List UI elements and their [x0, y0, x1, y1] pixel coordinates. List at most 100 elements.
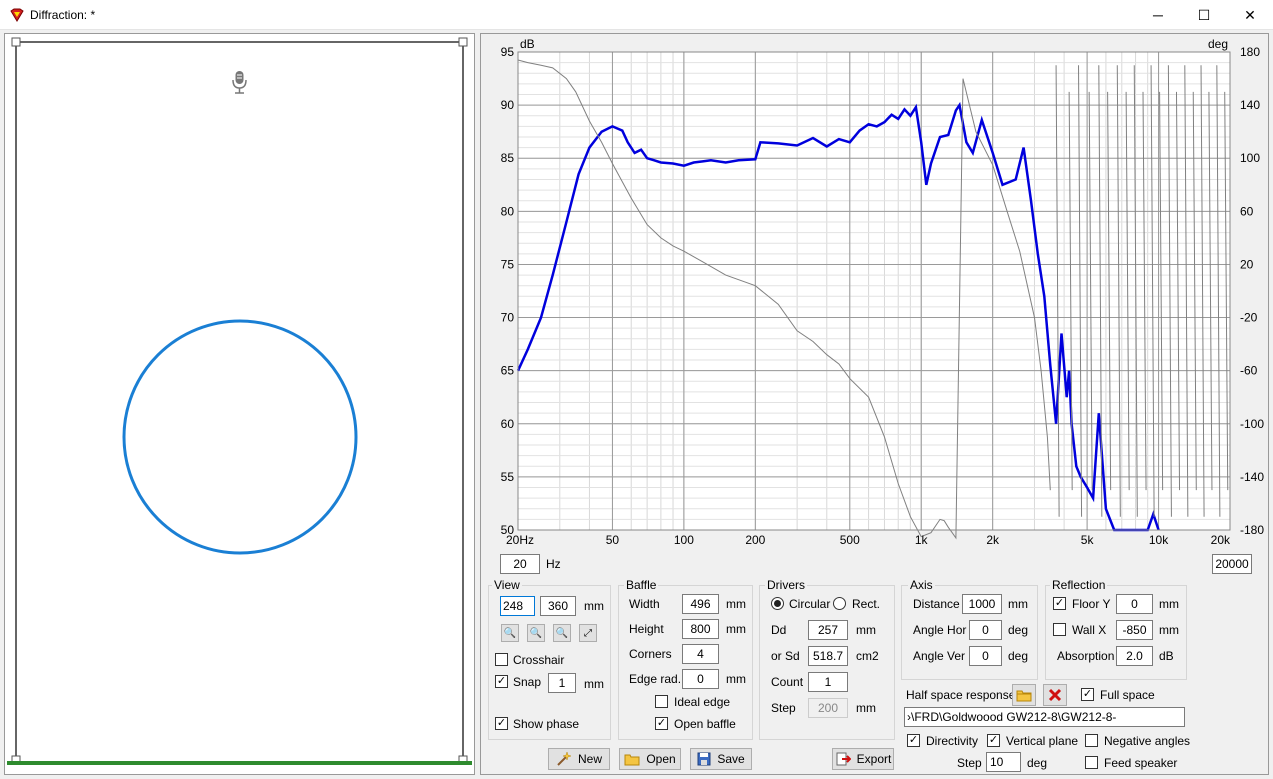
snap-checkbox[interactable]: ✓: [495, 675, 508, 688]
snap-unit: mm: [584, 677, 604, 691]
negative-angles-checkbox[interactable]: [1085, 734, 1098, 747]
dd-input[interactable]: 257: [808, 620, 848, 640]
directivity-label: Directivity: [926, 734, 979, 748]
wall-unit: mm: [1159, 623, 1179, 637]
baffle-width-label: Width: [629, 597, 660, 611]
view-width-input[interactable]: 248: [500, 596, 535, 616]
angle-hor-input[interactable]: 0: [969, 620, 1002, 640]
directivity-step-label: Step: [957, 756, 982, 770]
baffle-corners-label: Corners: [629, 647, 672, 661]
circular-radio[interactable]: [771, 597, 784, 610]
view-height-input[interactable]: 360: [540, 596, 576, 616]
ideal-edge-checkbox[interactable]: [655, 695, 668, 708]
sd-input[interactable]: 518.7: [808, 646, 848, 666]
zoom-reset-button[interactable]: 🔍: [553, 624, 571, 642]
rect-radio[interactable]: [833, 597, 846, 610]
new-button[interactable]: New: [548, 748, 610, 770]
x-tick-label: 20Hz: [506, 533, 534, 547]
crosshair-checkbox[interactable]: [495, 653, 508, 666]
y-tick-label: 80: [501, 204, 515, 218]
dd-unit: mm: [856, 623, 876, 637]
angle-ver-unit: deg: [1008, 649, 1029, 663]
baffle-canvas[interactable]: [4, 33, 475, 775]
angle-ver-label: Angle Ver: [913, 649, 966, 663]
baffle-height-label: Height: [629, 622, 664, 636]
microphone-icon: [232, 71, 247, 94]
x-tick-label: 100: [674, 533, 694, 547]
full-space-checkbox[interactable]: ✓: [1081, 688, 1094, 701]
step-label: Step: [771, 701, 796, 715]
response-chart: 50 55 60 65 70 75 80 85 90 95 -180 -140 -100 -60 -20 20…: [484, 34, 1266, 548]
absorption-input[interactable]: 2.0: [1116, 646, 1153, 666]
fit-view-button[interactable]: ⤢: [579, 624, 597, 642]
vertical-plane-checkbox[interactable]: ✓: [987, 734, 1000, 747]
x-tick-label: 500: [840, 533, 860, 547]
baffle-group-title: Baffle: [624, 578, 659, 592]
freq-min-input[interactable]: 20: [500, 554, 540, 574]
show-phase-checkbox[interactable]: ✓: [495, 717, 508, 730]
open-baffle-checkbox[interactable]: ✓: [655, 717, 668, 730]
save-button[interactable]: Save: [690, 748, 752, 770]
zoom-in-icon: 🔍: [529, 627, 543, 639]
y-tick-label: 70: [501, 311, 515, 325]
directivity-checkbox[interactable]: ✓: [907, 734, 920, 747]
zoom-out-icon: 🔍: [503, 627, 517, 639]
clear-half-space-button[interactable]: [1043, 684, 1067, 706]
maximize-button[interactable]: ☐: [1181, 0, 1227, 30]
half-space-path-input[interactable]: ›\FRD\Goldwoood GW212-8\GW212-8-0degreeT…: [904, 707, 1185, 727]
x-tick-label: 5k: [1081, 533, 1095, 547]
wall-input[interactable]: -850: [1116, 620, 1153, 640]
edge-rad-label: Edge rad.: [629, 672, 682, 686]
export-button[interactable]: Export: [832, 748, 894, 770]
floor-input[interactable]: 0: [1116, 594, 1153, 614]
distance-input[interactable]: 1000: [962, 594, 1002, 614]
absorption-label: Absorption: [1057, 649, 1115, 663]
full-space-label: Full space: [1100, 688, 1155, 702]
load-half-space-button[interactable]: [1012, 684, 1036, 706]
angle-hor-unit: deg: [1008, 623, 1029, 637]
ideal-edge-label: Ideal edge: [674, 695, 731, 709]
corner-handle-tl: [11, 37, 21, 47]
y-tick-label: 65: [501, 364, 515, 378]
new-wand-icon: [557, 751, 572, 766]
maximize-icon: ☐: [1197, 6, 1211, 23]
view-unit: mm: [584, 599, 604, 613]
feed-speaker-checkbox[interactable]: [1085, 756, 1098, 769]
y-tick-label: 75: [501, 257, 515, 271]
edge-rad-input[interactable]: 0: [682, 669, 719, 689]
negative-angles-label: Negative angles: [1104, 734, 1191, 748]
open-button[interactable]: Open: [619, 748, 681, 770]
y2-tick-label: -60: [1240, 364, 1258, 378]
close-button[interactable]: ✕: [1227, 0, 1273, 30]
baffle-width-input[interactable]: 496: [682, 594, 719, 614]
rect-label: Rect.: [852, 597, 881, 611]
y-tick-label: 90: [501, 98, 515, 112]
y-tick-label: 85: [501, 151, 515, 165]
snap-input[interactable]: 1: [548, 673, 576, 693]
sd-label: or Sd: [771, 649, 800, 663]
baffle-corners-input[interactable]: 4: [682, 644, 719, 664]
directivity-step-input[interactable]: 10: [986, 752, 1021, 772]
dd-label: Dd: [771, 623, 787, 637]
wall-checkbox[interactable]: [1053, 623, 1066, 636]
zoom-out-button[interactable]: 🔍: [501, 624, 519, 642]
y2-tick-label: -100: [1240, 417, 1264, 431]
count-label: Count: [771, 675, 804, 689]
response-chart-svg: 50 55 60 65 70 75 80 85 90 95 -180 -140 -100 -60 -20 20…: [501, 37, 1265, 547]
floor-unit: mm: [1159, 597, 1179, 611]
corner-handle-tr: [458, 37, 468, 47]
plot-background: [518, 52, 1230, 530]
minimize-button[interactable]: ─: [1135, 0, 1181, 30]
half-space-label: Half space response: [906, 688, 1016, 702]
drivers-group-title: Drivers: [765, 578, 807, 592]
y2-tick-label: -180: [1240, 523, 1264, 537]
y2-tick-label: 20: [1240, 257, 1254, 271]
edge-rad-unit: mm: [726, 672, 746, 686]
baffle-height-input[interactable]: 800: [682, 619, 719, 639]
count-input[interactable]: 1: [808, 672, 848, 692]
directivity-step-unit: deg: [1027, 756, 1048, 770]
angle-ver-input[interactable]: 0: [969, 646, 1002, 666]
freq-max-input[interactable]: 20000: [1212, 554, 1252, 574]
floor-checkbox[interactable]: ✓: [1053, 597, 1066, 610]
zoom-in-button[interactable]: 🔍: [527, 624, 545, 642]
